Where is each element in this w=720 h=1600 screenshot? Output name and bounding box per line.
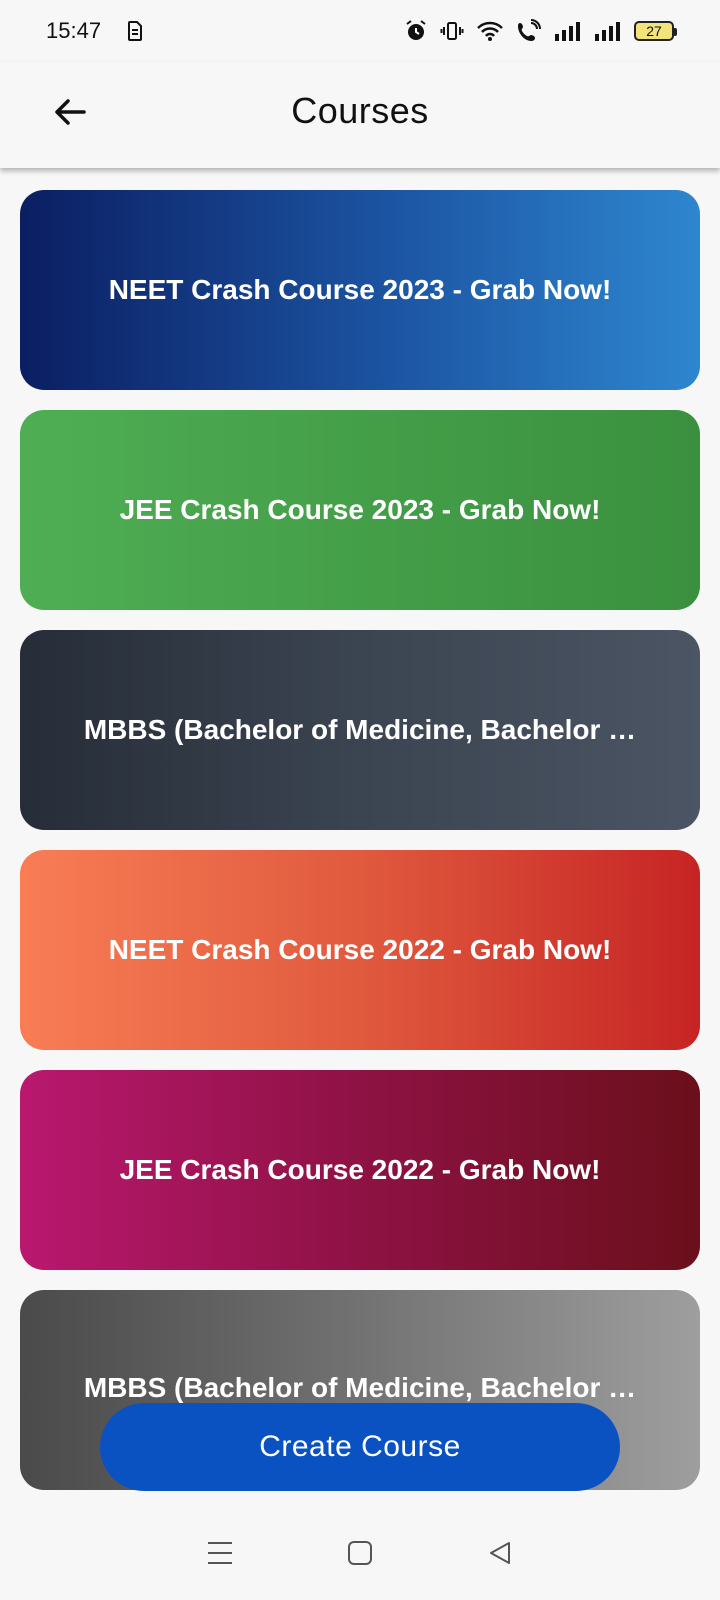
course-list: NEET Crash Course 2023 - Grab Now! JEE C… (20, 190, 700, 1510)
course-card[interactable]: NEET Crash Course 2023 - Grab Now! (20, 190, 700, 390)
battery-level: 27 (646, 23, 662, 39)
system-back-button[interactable] (470, 1525, 530, 1585)
course-title: NEET Crash Course 2022 - Grab Now! (108, 934, 612, 965)
status-right: 27 (404, 19, 677, 43)
back-triangle-icon (487, 1540, 513, 1571)
home-square-icon (347, 1540, 373, 1571)
signal-icon (594, 20, 622, 42)
course-card[interactable]: JEE Crash Course 2023 - Grab Now! (20, 410, 700, 610)
course-title: MBBS (Bachelor of Medicine, Bachelor … (83, 1372, 637, 1403)
create-course-button[interactable]: Create Course (100, 1403, 620, 1491)
page-title: Courses (291, 90, 429, 131)
status-bar: 15:47 27 (0, 0, 720, 62)
status-time: 15:47 (46, 18, 102, 43)
wifi-call-icon (516, 19, 542, 43)
signal-icon (554, 20, 582, 42)
alarm-icon (404, 19, 428, 43)
course-title: NEET Crash Course 2023 - Grab Now! (108, 274, 612, 305)
course-title: JEE Crash Course 2023 - Grab Now! (119, 494, 601, 525)
course-title: MBBS (Bachelor of Medicine, Bachelor … (83, 714, 637, 745)
home-button[interactable] (330, 1525, 390, 1585)
status-left: 15:47 (46, 18, 143, 44)
wifi-icon (476, 19, 504, 43)
course-card[interactable]: MBBS (Bachelor of Medicine, Bachelor … (20, 630, 700, 830)
battery-icon: 27 (634, 21, 677, 41)
menu-icon (206, 1540, 234, 1571)
course-title: JEE Crash Course 2022 - Grab Now! (119, 1154, 601, 1185)
course-card[interactable]: NEET Crash Course 2022 - Grab Now! (20, 850, 700, 1050)
vibrate-icon (440, 19, 464, 43)
course-card[interactable]: JEE Crash Course 2022 - Grab Now! (20, 1070, 700, 1270)
menu-button[interactable] (190, 1525, 250, 1585)
sim-card-icon (127, 21, 143, 41)
app-bar: Courses (0, 62, 720, 168)
system-nav-bar (0, 1510, 720, 1600)
